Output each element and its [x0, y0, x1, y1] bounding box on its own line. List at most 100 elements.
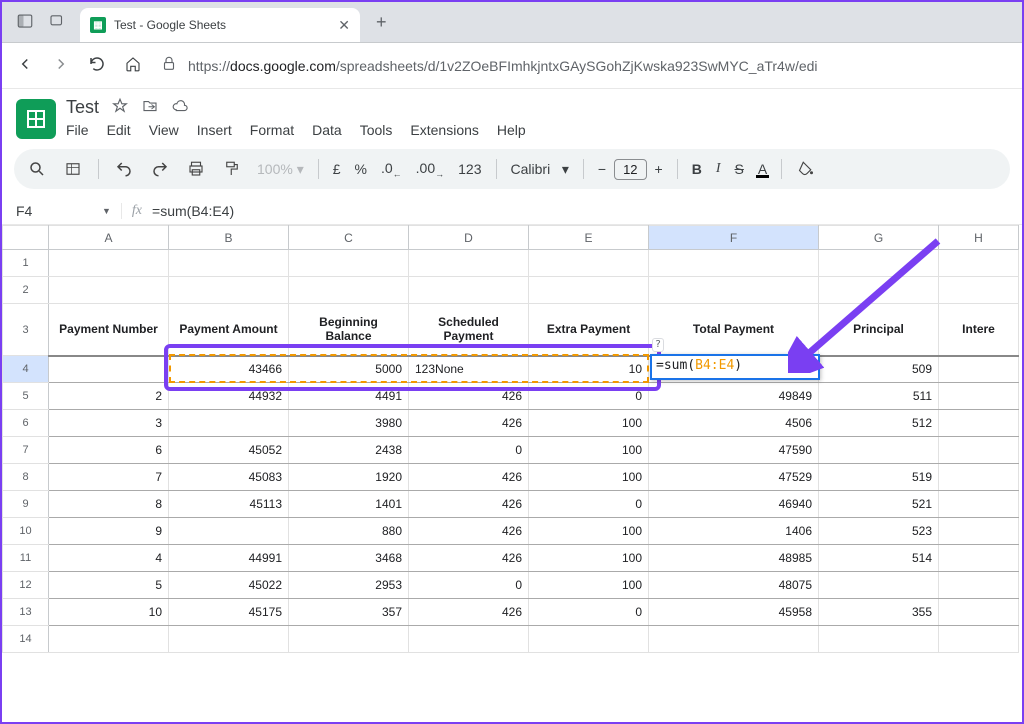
cell[interactable]: 7 [49, 464, 169, 491]
header-payment-number[interactable]: Payment Number [49, 304, 169, 356]
redo-button[interactable] [145, 156, 175, 182]
header-extra-payment[interactable]: Extra Payment [529, 304, 649, 356]
cell[interactable]: 3 [49, 410, 169, 437]
row-header[interactable]: 4 [3, 356, 49, 383]
decrease-decimal-button[interactable]: .0← [377, 160, 406, 179]
cell[interactable] [169, 518, 289, 545]
cell[interactable]: 45175 [169, 599, 289, 626]
undo-button[interactable] [109, 156, 139, 182]
header-total-payment[interactable]: Total Payment [649, 304, 819, 356]
cell[interactable]: 426 [409, 491, 529, 518]
header-beginning-balance[interactable]: Beginning Balance [289, 304, 409, 356]
col-header-e[interactable]: E [529, 226, 649, 250]
cell[interactable]: 2953 [289, 572, 409, 599]
search-menus-icon[interactable] [22, 156, 52, 182]
cell[interactable]: 100 [529, 518, 649, 545]
cell[interactable]: 0 [529, 383, 649, 410]
cell[interactable]: 45052 [169, 437, 289, 464]
col-header-f[interactable]: F [649, 226, 819, 250]
cell[interactable]: 426 [409, 383, 529, 410]
browser-tab[interactable]: ▦ Test - Google Sheets ✕ [80, 8, 360, 42]
tab-overview-icon[interactable] [48, 12, 66, 33]
cell[interactable]: 1920 [289, 464, 409, 491]
row-header[interactable]: 2 [3, 277, 49, 304]
cell[interactable]: 8 [49, 491, 169, 518]
cell[interactable] [49, 356, 169, 383]
print-button[interactable] [181, 156, 211, 182]
close-tab-icon[interactable]: ✕ [338, 17, 350, 34]
formula-input[interactable]: =sum(B4:E4) [152, 203, 234, 219]
move-icon[interactable] [141, 97, 159, 118]
currency-button[interactable]: £ [329, 161, 345, 177]
cell[interactable]: 10 [49, 599, 169, 626]
name-box[interactable]: F4 [10, 203, 102, 219]
increase-decimal-button[interactable]: .00→ [412, 160, 448, 179]
cell[interactable]: 4491 [289, 383, 409, 410]
url-field[interactable]: https://docs.google.com/spreadsheets/d/1… [160, 55, 1008, 76]
cell[interactable]: 9 [49, 518, 169, 545]
percent-button[interactable]: % [351, 161, 371, 177]
cell[interactable]: 880 [289, 518, 409, 545]
paint-format-button[interactable] [217, 156, 247, 182]
col-header-a[interactable]: A [49, 226, 169, 250]
row-header[interactable]: 14 [3, 626, 49, 653]
formula-helper-icon[interactable]: ? [652, 338, 664, 352]
cell[interactable]: 45113 [169, 491, 289, 518]
menu-help[interactable]: Help [497, 122, 526, 138]
cell[interactable]: 47529 [649, 464, 819, 491]
forward-button[interactable] [52, 55, 70, 76]
cloud-icon[interactable] [171, 97, 189, 118]
row-header[interactable]: 11 [3, 545, 49, 572]
cell[interactable]: 514 [819, 545, 939, 572]
menu-format[interactable]: Format [250, 122, 294, 138]
col-header-b[interactable]: B [169, 226, 289, 250]
menu-insert[interactable]: Insert [197, 122, 232, 138]
cell[interactable]: 48075 [649, 572, 819, 599]
header-scheduled-payment[interactable]: Scheduled Payment [409, 304, 529, 356]
cell[interactable]: 4506 [649, 410, 819, 437]
row-header[interactable]: 8 [3, 464, 49, 491]
col-header-c[interactable]: C [289, 226, 409, 250]
cell[interactable]: 0 [529, 491, 649, 518]
font-size-minus[interactable]: − [594, 161, 610, 177]
cell[interactable]: 0 [529, 599, 649, 626]
row-header[interactable]: 13 [3, 599, 49, 626]
menu-extensions[interactable]: Extensions [410, 122, 478, 138]
cell[interactable]: 47590 [649, 437, 819, 464]
cell[interactable] [169, 410, 289, 437]
cell[interactable]: 355 [819, 599, 939, 626]
cell[interactable]: 0 [409, 437, 529, 464]
cell[interactable]: 523 [819, 518, 939, 545]
cell[interactable]: 100 [529, 572, 649, 599]
cell[interactable]: 426 [409, 545, 529, 572]
col-header-h[interactable]: H [939, 226, 1019, 250]
cell[interactable]: 2 [49, 383, 169, 410]
cell[interactable] [819, 572, 939, 599]
menu-view[interactable]: View [149, 122, 179, 138]
row-header[interactable]: 12 [3, 572, 49, 599]
select-all-corner[interactable] [3, 226, 49, 250]
spreadsheet-grid[interactable]: A B C D E F G H 1 2 3 Payment Number Pay… [2, 225, 1022, 653]
cell[interactable]: 45022 [169, 572, 289, 599]
strikethrough-button[interactable]: S [731, 161, 748, 177]
row-header[interactable]: 10 [3, 518, 49, 545]
name-box-dropdown-icon[interactable]: ▼ [102, 206, 121, 216]
cell[interactable]: 100 [529, 410, 649, 437]
home-button[interactable] [124, 55, 142, 76]
reload-button[interactable] [88, 55, 106, 76]
cell[interactable]: 123None [409, 356, 529, 383]
cell[interactable]: 4 [49, 545, 169, 572]
font-dropdown[interactable]: Calibri ▾ [507, 161, 573, 178]
menu-edit[interactable]: Edit [107, 122, 131, 138]
cell[interactable]: 49849 [649, 383, 819, 410]
cell[interactable]: 1401 [289, 491, 409, 518]
cell[interactable]: 44991 [169, 545, 289, 572]
row-header[interactable]: 3 [3, 304, 49, 356]
cell[interactable]: 512 [819, 410, 939, 437]
row-header[interactable]: 9 [3, 491, 49, 518]
cell[interactable]: 2438 [289, 437, 409, 464]
cell[interactable]: 357 [289, 599, 409, 626]
cell[interactable]: 3468 [289, 545, 409, 572]
col-header-g[interactable]: G [819, 226, 939, 250]
star-icon[interactable] [111, 97, 129, 118]
